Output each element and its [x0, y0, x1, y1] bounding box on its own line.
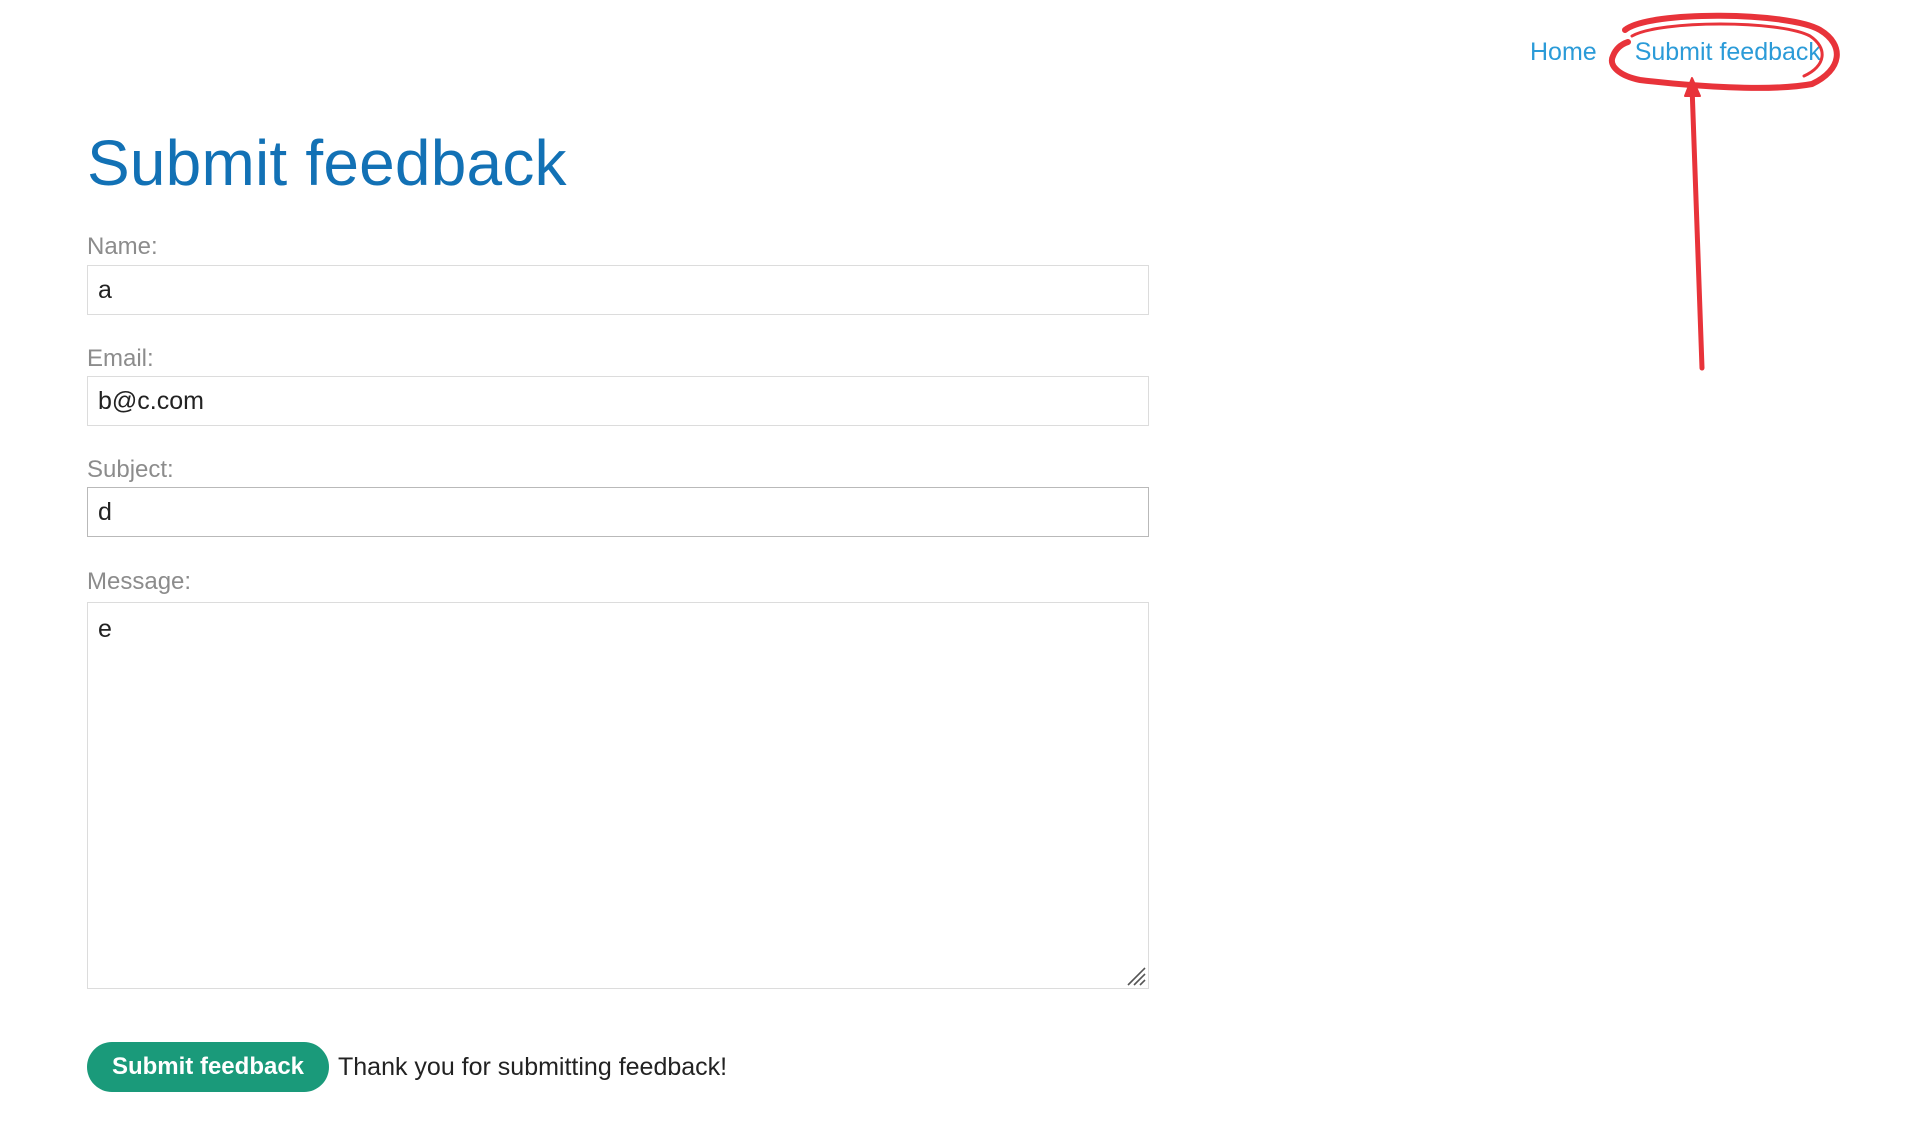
submit-feedback-link[interactable]: Submit feedback [1635, 38, 1821, 67]
email-field[interactable] [87, 376, 1149, 426]
subject-label: Subject: [87, 456, 174, 483]
annotation-arrow-shaft [1689, 83, 1705, 371]
subject-field[interactable] [87, 487, 1149, 537]
name-field[interactable] [87, 265, 1149, 315]
resize-handle-icon[interactable] [1124, 964, 1146, 986]
name-label: Name: [87, 233, 158, 260]
status-message: Thank you for submitting feedback! [338, 1053, 728, 1081]
message-textarea[interactable]: e [87, 602, 1149, 989]
page: Home Submit feedback Submit feedback Nam… [0, 0, 1907, 1121]
home-link[interactable]: Home [1530, 38, 1597, 67]
message-label: Message: [87, 568, 192, 595]
email-label: Email: [87, 345, 154, 372]
submit-feedback-button[interactable]: Submit feedback [87, 1042, 329, 1092]
annotation-arrow-head [1684, 77, 1701, 97]
top-nav: Home Submit feedback [1530, 38, 1821, 67]
page-title: Submit feedback [87, 127, 567, 199]
